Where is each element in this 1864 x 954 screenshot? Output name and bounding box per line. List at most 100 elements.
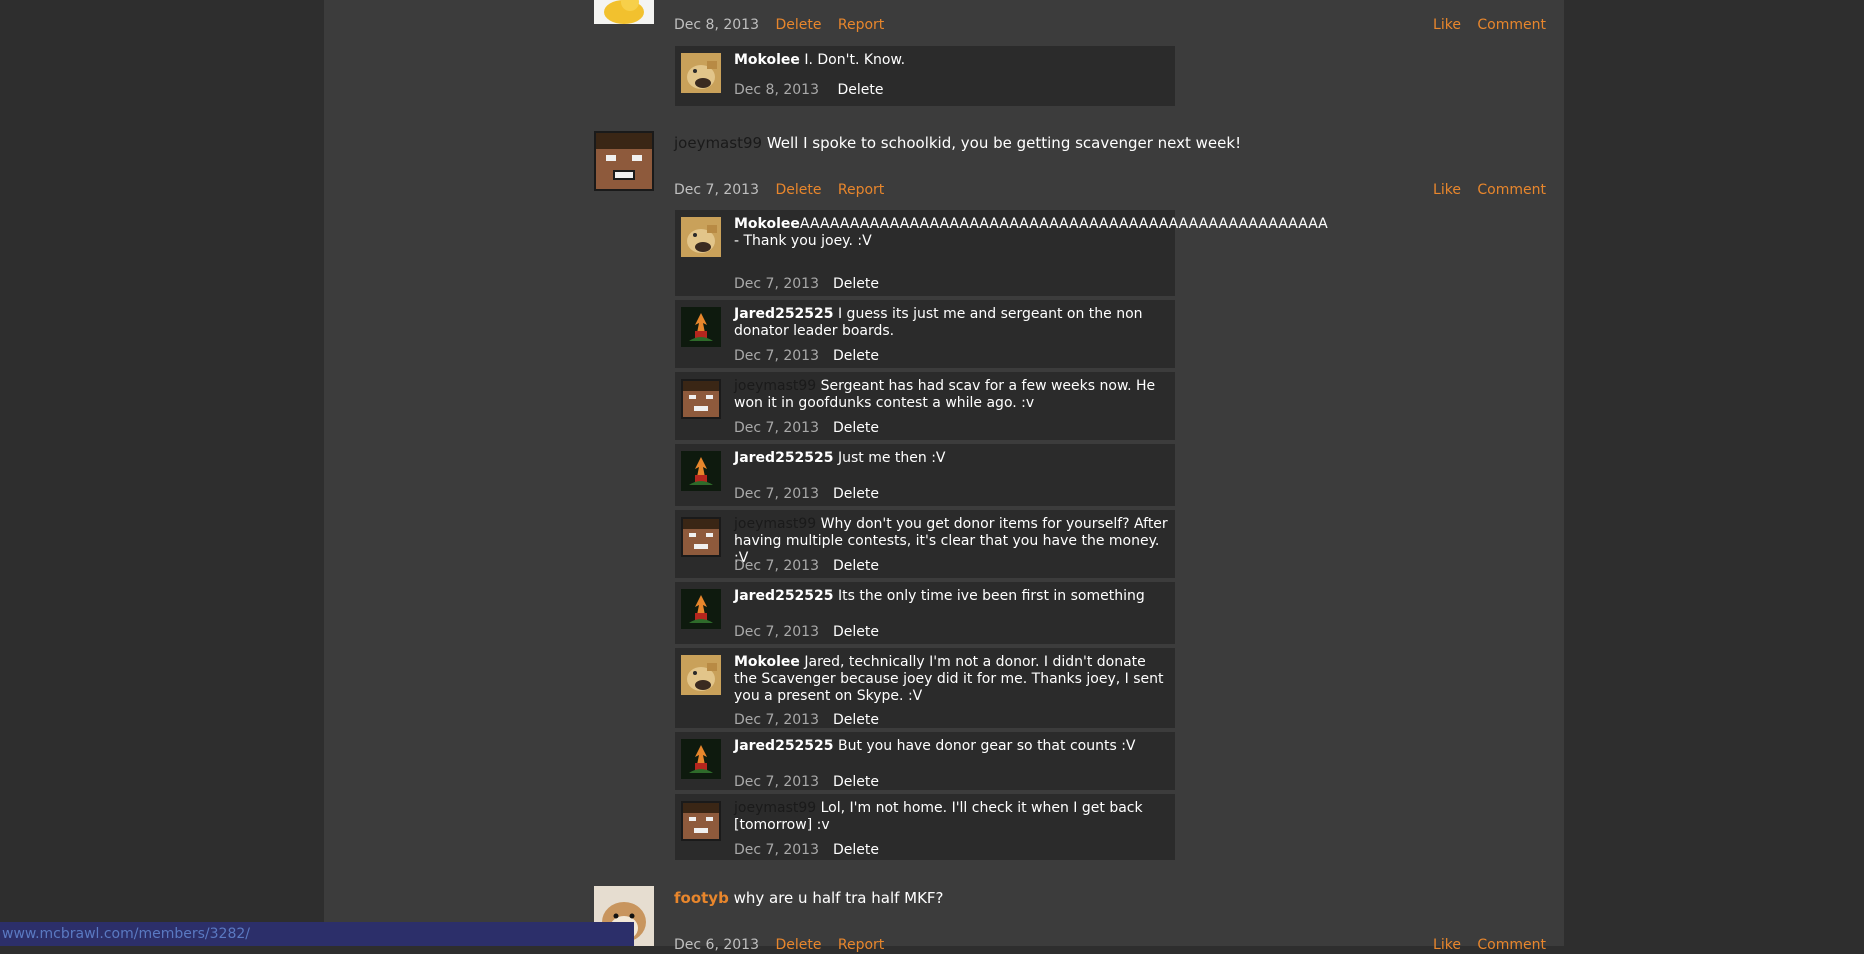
avatar[interactable] [681,655,721,695]
delete-link[interactable]: Delete [837,82,883,98]
comment-body: Jared252525 Its the only time ive been f… [734,588,1172,605]
comment-meta: Dec 7, 2013 Delete [734,841,879,859]
comment: Jared252525 But you have donor gear so t… [675,732,1175,790]
comment-date: Dec 7, 2013 [734,348,819,364]
post-meta: Dec 8, 2013 Delete Report Like Comment [674,16,1546,34]
delete-link[interactable]: Delete [833,842,879,858]
comment: Jared252525 Its the only time ive been f… [675,582,1175,644]
comment-body: Jared252525 But you have donor gear so t… [734,738,1172,755]
comment-body: MokoleeAAAAAAAAAAAAAAAAAAAAAAAAAAAAAAAAA… [734,216,1328,250]
fire-avatar-icon [681,451,721,491]
fire-avatar-icon [681,739,721,779]
report-link[interactable]: Report [838,182,884,198]
delete-link[interactable]: Delete [833,486,879,502]
comment: joeymast99 Lol, I'm not home. I'll check… [675,794,1175,860]
comment-date: Dec 7, 2013 [734,842,819,858]
comment: MokoleeAAAAAAAAAAAAAAAAAAAAAAAAAAAAAAAAA… [675,210,1328,296]
comment-date: Dec 7, 2013 [734,712,819,728]
comment-text: But you have donor gear so that counts :… [833,738,1136,754]
avatar[interactable] [681,307,721,347]
comment-date: Dec 7, 2013 [734,486,819,502]
comment-text: Its the only time ive been first in some… [833,588,1145,604]
like-link[interactable]: Like [1433,182,1461,198]
comment-meta: Dec 8, 2013 Delete [734,81,883,99]
comment-author[interactable]: joeymast99 [734,516,816,532]
doge-avatar-icon [681,217,721,257]
avatar[interactable] [681,53,721,93]
fire-avatar-icon [681,589,721,629]
comment-author[interactable]: Jared252525 [734,738,834,754]
comment: joeymast99 Sergeant has had scav for a f… [675,372,1175,440]
delete-link[interactable]: Delete [775,17,821,33]
comment-author[interactable]: Jared252525 [734,588,834,604]
post-text: joeymast99 Well I spoke to schoolkid, yo… [674,134,1474,152]
avatar[interactable] [681,451,721,491]
doge-avatar-icon [681,53,721,93]
comment-date: Dec 8, 2013 [734,82,819,98]
avatar[interactable] [594,131,654,191]
comment-author[interactable]: joeymast99 [734,378,816,394]
delete-link[interactable]: Delete [833,558,879,574]
comment-body: joeymast99 Sergeant has had scav for a f… [734,378,1172,412]
comment: Mokolee Jared, technically I'm not a don… [675,648,1175,728]
comment-author[interactable]: Jared252525 [734,306,834,322]
comment: joeymast99 Why don't you get donor items… [675,510,1175,578]
comment: Jared252525 Just me then :V Dec 7, 2013 De… [675,444,1175,506]
delete-link[interactable]: Delete [833,348,879,364]
report-link[interactable]: Report [838,17,884,33]
comment-body: Jared252525 Just me then :V [734,450,1172,467]
comment-meta: Dec 7, 2013 Delete [734,485,879,503]
avatar[interactable] [681,217,721,257]
status-bar-url: www.mcbrawl.com/members/3282/ [0,922,634,946]
comment-link[interactable]: Comment [1477,937,1546,953]
comment-meta: Dec 7, 2013 Delete [734,711,879,729]
comment: Jared252525 I guess its just me and serg… [675,300,1175,368]
comment-author[interactable]: joeymast99 [734,800,816,816]
avatar[interactable] [594,0,654,24]
post-text: footyb why are u half tra half MKF? [674,889,1474,907]
avatar[interactable] [681,517,721,557]
doge-avatar-icon [681,655,721,695]
comment-body: joeymast99 Lol, I'm not home. I'll check… [734,800,1172,834]
delete-link[interactable]: Delete [833,624,879,640]
post-meta: Dec 6, 2013 Delete Report Like Comment [674,936,1546,954]
page: Dec 8, 2013 Delete Report Like Comment M… [0,0,1864,953]
post-date: Dec 6, 2013 [674,937,759,953]
steve-avatar-icon [681,801,721,841]
comment-date: Dec 7, 2013 [734,276,819,292]
comment-link[interactable]: Comment [1477,17,1546,33]
comment-meta: Dec 7, 2013 Delete [734,623,879,641]
post-body: why are u half tra half MKF? [728,889,944,907]
report-link[interactable]: Report [838,937,884,953]
post-meta: Dec 7, 2013 Delete Report Like Comment [674,181,1546,199]
chick-avatar-icon [594,0,654,24]
comment-author[interactable]: Jared252525 [734,450,834,466]
delete-link[interactable]: Delete [833,420,879,436]
avatar[interactable] [681,379,721,419]
comment-meta: Dec 7, 2013 Delete [734,419,879,437]
comment-meta: Dec 7, 2013 Delete [734,347,879,365]
post-author[interactable]: joeymast99 [674,134,762,152]
comment-meta: Dec 7, 2013 Delete [734,773,879,791]
avatar[interactable] [681,739,721,779]
comment: Mokolee I. Don't. Know. Dec 8, 2013 Dele… [675,46,1175,106]
avatar[interactable] [681,801,721,841]
like-link[interactable]: Like [1433,937,1461,953]
comment-author[interactable]: Mokolee [734,654,800,670]
comment-link[interactable]: Comment [1477,182,1546,198]
comment-date: Dec 7, 2013 [734,624,819,640]
delete-link[interactable]: Delete [833,774,879,790]
delete-link[interactable]: Delete [833,276,879,292]
comment-author[interactable]: Mokolee [734,52,800,68]
comment-date: Dec 7, 2013 [734,774,819,790]
comment-date: Dec 7, 2013 [734,420,819,436]
avatar[interactable] [681,589,721,629]
delete-link[interactable]: Delete [775,182,821,198]
delete-link[interactable]: Delete [775,937,821,953]
profile-post: Dec 8, 2013 Delete Report Like Comment [594,0,1546,40]
delete-link[interactable]: Delete [833,712,879,728]
post-author[interactable]: footyb [674,889,729,907]
comment-body: Jared252525 I guess its just me and serg… [734,306,1172,340]
comment-author[interactable]: Mokolee [734,216,800,232]
like-link[interactable]: Like [1433,17,1461,33]
